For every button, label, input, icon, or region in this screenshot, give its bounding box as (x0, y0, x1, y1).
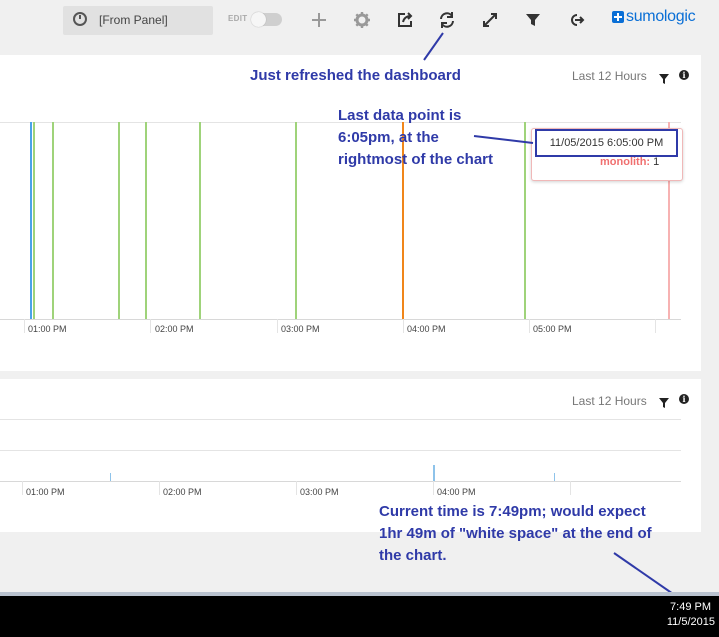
annotation-refresh: Just refreshed the dashboard (250, 67, 461, 84)
annotation-current-time-3: the chart. (379, 547, 447, 564)
taskbar-clock-date[interactable]: 11/5/2015 (667, 616, 715, 628)
annotation-last-point-1: Last data point is (338, 107, 462, 124)
annotation-last-point-2: 6:05pm, at the (338, 129, 439, 146)
annotation-last-point-3: rightmost of the chart (338, 151, 494, 168)
annotation-current-time-1: Current time is 7:49pm; would expect (379, 503, 646, 520)
os-taskbar (0, 592, 719, 637)
taskbar-clock-time[interactable]: 7:49 PM (670, 601, 711, 613)
annotation-current-time-2: 1hr 49m of "white space" at the end of (379, 525, 652, 542)
